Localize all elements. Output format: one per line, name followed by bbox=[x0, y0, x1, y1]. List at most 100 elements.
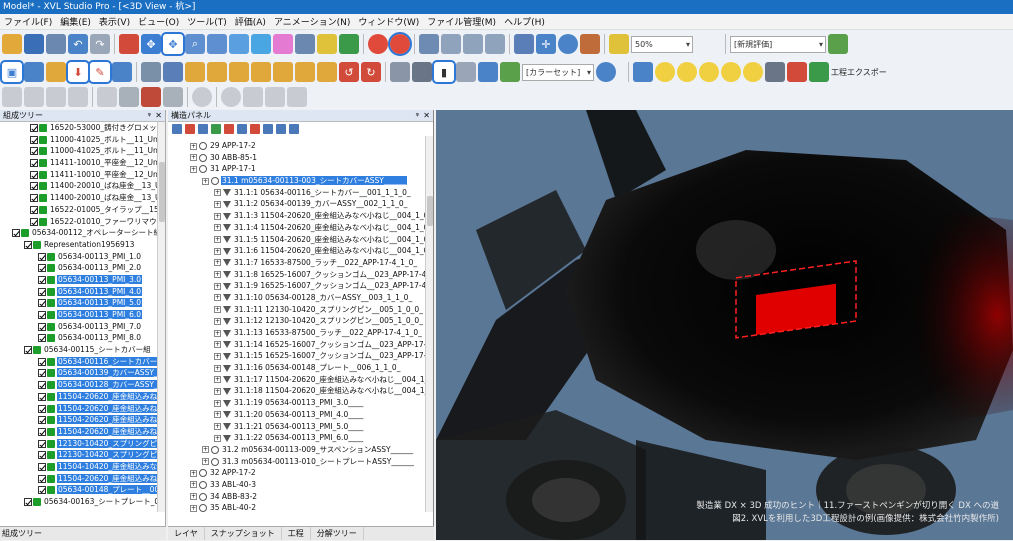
visibility-checkbox[interactable] bbox=[30, 170, 38, 179]
tree-row[interactable]: 05634-00113_PMI_3.0 bbox=[0, 274, 165, 286]
merge-icon[interactable] bbox=[263, 124, 273, 134]
visibility-checkbox[interactable] bbox=[38, 416, 46, 425]
tree-icon[interactable] bbox=[46, 62, 66, 82]
structure-row[interactable]: +31.1:16 05634-00148_プレート__006_1_1_0_ bbox=[168, 362, 425, 374]
visibility-checkbox[interactable] bbox=[38, 299, 46, 308]
structure-row[interactable]: +32 APP-17-2 bbox=[168, 467, 425, 479]
cube-iso-icon[interactable] bbox=[317, 62, 337, 82]
layout-icon[interactable] bbox=[276, 124, 286, 134]
menu-item[interactable]: アニメーション(N) bbox=[270, 15, 354, 28]
paint-icon[interactable] bbox=[609, 34, 629, 54]
tree-row[interactable]: 11411-10010_平座金__12_Unit- bbox=[0, 157, 165, 169]
menu-item[interactable]: ヘルプ(H) bbox=[500, 15, 549, 28]
sphere-active-icon[interactable] bbox=[388, 32, 412, 56]
expand-icon[interactable]: + bbox=[190, 165, 197, 173]
bulb-edit-icon[interactable] bbox=[743, 62, 763, 82]
visibility-checkbox[interactable] bbox=[30, 194, 38, 203]
visibility-checkbox[interactable] bbox=[38, 474, 46, 483]
cube-top-icon[interactable] bbox=[207, 62, 227, 82]
tree-row[interactable]: 05634-00113_PMI_7.0 bbox=[0, 321, 165, 333]
tree-row[interactable]: 11504-20620_座金組込みね bbox=[0, 391, 165, 403]
tree-row[interactable]: 11504-20620_座金組込みね bbox=[0, 473, 165, 485]
expand-icon[interactable]: + bbox=[214, 399, 221, 407]
structure-row[interactable]: +31.1:9 16525-16007_クッションゴム__023_APP-17-… bbox=[168, 280, 425, 292]
sphere-icon[interactable] bbox=[368, 34, 388, 54]
sort-icon[interactable] bbox=[765, 62, 785, 82]
tree-row[interactable]: 11504-20620_座金組込みね bbox=[0, 403, 165, 415]
visibility-checkbox[interactable] bbox=[38, 404, 46, 413]
structure-tab[interactable]: スナップショット bbox=[205, 527, 282, 540]
cube-back-icon[interactable] bbox=[273, 62, 293, 82]
arrow-down-icon[interactable]: ⬇ bbox=[66, 60, 90, 84]
expand-icon[interactable]: + bbox=[214, 411, 221, 419]
structure-row[interactable]: +31.1:18 11504-20620_座金組込みなべ小ねじ__004_1_0… bbox=[168, 385, 425, 397]
visibility-checkbox[interactable] bbox=[30, 217, 38, 226]
zoom-select[interactable]: 50% bbox=[631, 35, 693, 53]
close-icon[interactable]: ✕ bbox=[423, 110, 430, 122]
visibility-checkbox[interactable] bbox=[38, 451, 46, 460]
expand-icon[interactable]: + bbox=[214, 236, 221, 243]
structure-row[interactable]: +31.1 m05634-00113-003_シートカバーASSY______ bbox=[168, 175, 425, 187]
structure-row[interactable]: +31.1:10 05634-00128_カバーASSY__003_1_1_0_ bbox=[168, 292, 425, 304]
structure-row[interactable]: +31.1:11 12130-10420_スプリングピン__005_1_0_0_ bbox=[168, 304, 425, 316]
book-icon[interactable] bbox=[828, 34, 848, 54]
visibility-checkbox[interactable] bbox=[38, 322, 46, 331]
tree-row[interactable]: 05634-00116_シートカバー__ bbox=[0, 356, 165, 368]
visibility-checkbox[interactable] bbox=[30, 147, 38, 156]
screen-icon[interactable] bbox=[633, 62, 653, 82]
visibility-checkbox[interactable] bbox=[38, 264, 46, 273]
section-icon[interactable] bbox=[419, 34, 439, 54]
expand-icon[interactable]: + bbox=[214, 271, 221, 279]
marker-icon[interactable] bbox=[317, 34, 337, 54]
visibility-checkbox[interactable] bbox=[30, 159, 38, 168]
structure-row[interactable]: +31.1:8 16525-16007_クッションゴム__023_APP-17-… bbox=[168, 269, 425, 281]
tree-row[interactable]: 16522-01005_タイラップ__15_Uni bbox=[0, 204, 165, 216]
cube-right-icon[interactable] bbox=[229, 62, 249, 82]
structure-row[interactable]: +31 APP-17-1 bbox=[168, 163, 425, 175]
ball-icon[interactable] bbox=[596, 62, 616, 82]
visibility-checkbox[interactable] bbox=[38, 334, 46, 343]
structure-row[interactable]: +31.1:17 11504-20620_座金組込みなべ小ねじ__004_1_0… bbox=[168, 374, 425, 386]
redo-icon[interactable]: ↷ bbox=[90, 34, 110, 54]
structure-row[interactable]: +31.1:22 05634-00113_PMI_6.0____ bbox=[168, 432, 425, 444]
tree-row[interactable]: 05634-00113_PMI_4.0 bbox=[0, 286, 165, 298]
visibility-checkbox[interactable] bbox=[30, 124, 38, 132]
expand-icon[interactable]: + bbox=[214, 387, 221, 395]
tree-row[interactable]: 05634-00113_PMI_5.0 bbox=[0, 297, 165, 309]
filter-icon[interactable] bbox=[172, 124, 182, 134]
visibility-checkbox[interactable] bbox=[38, 392, 46, 401]
zoom-box-icon[interactable] bbox=[207, 34, 227, 54]
pin-icon[interactable]: ᵠ bbox=[416, 110, 419, 122]
tree-row[interactable]: 11411-10010_平座金__12_Unit- bbox=[0, 169, 165, 181]
tree-row[interactable]: 11000-41025_ボルト__11_Unit-3 bbox=[0, 134, 165, 146]
menu-item[interactable]: 編集(E) bbox=[56, 15, 95, 28]
visibility-checkbox[interactable] bbox=[38, 462, 46, 471]
open-icon[interactable] bbox=[2, 34, 22, 54]
tree-row[interactable]: 05634-00113_PMI_8.0 bbox=[0, 332, 165, 344]
menu-item[interactable]: ウィンドウ(W) bbox=[354, 15, 423, 28]
tree-scrollbar[interactable] bbox=[157, 122, 165, 512]
expand-icon[interactable]: + bbox=[214, 306, 221, 314]
rotate-left-icon[interactable]: ↺ bbox=[339, 62, 359, 82]
structure-row[interactable]: +31.1:2 05634-00139_カバーASSY__002_1_1_0_ bbox=[168, 198, 425, 210]
menu-item[interactable]: ファイル管理(M) bbox=[423, 15, 500, 28]
structure-row[interactable]: +31.1:19 05634-00113_PMI_3.0____ bbox=[168, 397, 425, 409]
pan-icon[interactable] bbox=[251, 34, 271, 54]
visibility-checkbox[interactable] bbox=[30, 135, 38, 144]
structure-row[interactable]: +31.1:1 05634-00116_シートカバー__001_1_1_0_ bbox=[168, 187, 425, 199]
stack-icon[interactable] bbox=[119, 87, 139, 107]
visibility-checkbox[interactable] bbox=[38, 381, 46, 390]
menu-item[interactable]: ファイル(F) bbox=[0, 15, 56, 28]
expand-icon[interactable]: + bbox=[214, 189, 221, 197]
visibility-checkbox[interactable] bbox=[38, 275, 46, 284]
expand-icon[interactable]: + bbox=[202, 458, 209, 466]
structure-row[interactable]: +31.1:4 11504-20620_座金組込みなべ小ねじ__004_1_0_… bbox=[168, 222, 425, 234]
rotate-view-icon[interactable]: ✥ bbox=[161, 32, 185, 56]
menu-item[interactable]: 評価(A) bbox=[231, 15, 270, 28]
tree-row[interactable]: 05634-00163_シートプレート_007 bbox=[0, 496, 165, 508]
expand-icon[interactable]: + bbox=[190, 142, 197, 150]
tree-row[interactable]: 05634-00139_カバーASSY__ bbox=[0, 367, 165, 379]
structure-row[interactable]: +31.1:5 11504-20620_座金組込みなべ小ねじ__004_1_0_… bbox=[168, 234, 425, 246]
color-set-select[interactable]: [カラーセット] bbox=[522, 63, 594, 81]
expand-icon[interactable]: + bbox=[190, 154, 197, 162]
